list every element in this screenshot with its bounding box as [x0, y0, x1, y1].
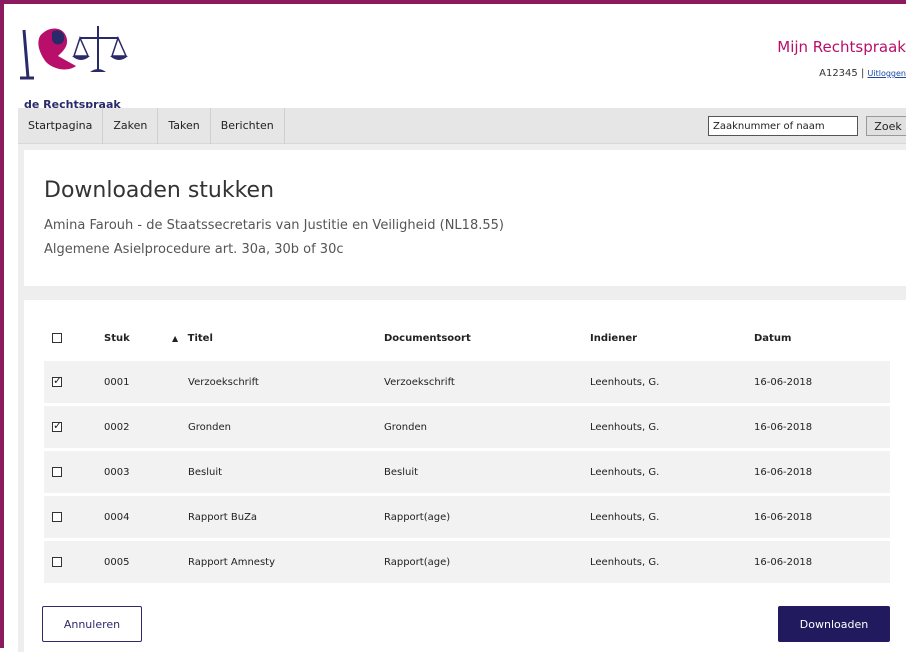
cell-stuk: 0004: [104, 511, 130, 523]
row-checkbox[interactable]: [52, 556, 62, 567]
row-checkbox[interactable]: [52, 374, 62, 387]
cell-datum: 16-06-2018: [754, 466, 813, 478]
row-checkbox-cell: [44, 374, 104, 388]
sort-asc-icon: ▲: [172, 333, 179, 343]
row-checkbox[interactable]: [52, 511, 62, 522]
cell-titel: Besluit: [188, 466, 223, 478]
cancel-button[interactable]: Annuleren: [42, 606, 142, 642]
table-row[interactable]: 0001 Verzoekschrift Verzoekschrift Leenhout…: [44, 361, 890, 403]
row-checkbox-cell: [44, 419, 104, 433]
table-header: Stuk ▲ Titel Documentsoort Indiener Datu…: [44, 318, 890, 358]
cell-datum: 16-06-2018: [754, 421, 813, 433]
table-row[interactable]: 0002 Gronden Gronden Leenhouts, G. 16-06-201…: [44, 406, 890, 448]
user-id: A12345: [819, 68, 858, 79]
documents-table: Stuk ▲ Titel Documentsoort Indiener Datu…: [44, 318, 890, 583]
row-checkbox-cell: [44, 556, 104, 568]
header-stuk-label: Stuk: [104, 332, 130, 344]
cell-titel: Verzoekschrift: [188, 376, 259, 388]
site-title: Mijn Rechtspraak: [777, 38, 906, 56]
cell-documentsoort: Besluit: [384, 466, 419, 478]
search-button[interactable]: Zoek: [866, 116, 906, 136]
select-all-checkbox[interactable]: [52, 332, 62, 343]
cell-stuk: 0002: [104, 421, 130, 433]
table-row[interactable]: 0003 Besluit Besluit Leenhouts, G. 16-06-201…: [44, 451, 890, 493]
table-row[interactable]: 0005 Rapport Amnesty Rapport(age) Leenhouts…: [44, 541, 890, 583]
cell-indiener: Leenhouts, G.: [590, 421, 660, 433]
cell-documentsoort: Rapport(age): [384, 556, 451, 568]
download-button[interactable]: Downloaden: [778, 606, 890, 642]
case-procedure: Algemene Asielprocedure art. 30a, 30b of…: [44, 242, 344, 257]
nav-item-startpagina[interactable]: Startpagina: [18, 108, 104, 144]
page-title: Downloaden stukken: [44, 178, 275, 203]
table-body: 0001 Verzoekschrift Verzoekschrift Leenhout…: [44, 361, 890, 583]
cell-indiener: Leenhouts, G.: [590, 511, 660, 523]
header-titel[interactable]: ▲ Titel: [148, 333, 384, 344]
cell-datum: 16-06-2018: [754, 511, 813, 523]
row-checkbox[interactable]: [52, 466, 62, 477]
cell-stuk: 0005: [104, 556, 130, 568]
documents-card: Stuk ▲ Titel Documentsoort Indiener Datu…: [24, 300, 906, 652]
user-separator: |: [860, 68, 865, 79]
nav-item-taken[interactable]: Taken: [158, 108, 211, 144]
row-checkbox-cell: [44, 466, 104, 478]
rechtspraak-logo[interactable]: de Rechtspraak: [18, 22, 158, 111]
page-frame: de Rechtspraak Mijn Rechtspraak A12345 |…: [0, 0, 906, 652]
cell-indiener: Leenhouts, G.: [590, 466, 660, 478]
header-titel-label: Titel: [187, 332, 213, 344]
search-input[interactable]: [708, 116, 858, 136]
cell-stuk: 0003: [104, 466, 130, 478]
header-datum[interactable]: Datum: [754, 333, 890, 344]
logout-link[interactable]: Uitloggen: [868, 69, 906, 78]
cell-datum: 16-06-2018: [754, 556, 813, 568]
main-nav: Startpagina Zaken Taken Berichten Zoek: [18, 108, 906, 144]
row-checkbox[interactable]: [52, 419, 62, 432]
table-row[interactable]: 0004 Rapport BuZa Rapport(age) Leenhouts, G…: [44, 496, 890, 538]
cell-stuk: 0001: [104, 376, 130, 388]
cell-documentsoort: Rapport(age): [384, 511, 451, 523]
title-card: Downloaden stukken Amina Farouh - de Sta…: [24, 150, 906, 286]
cell-indiener: Leenhouts, G.: [590, 556, 660, 568]
case-parties: Amina Farouh - de Staatssecretaris van J…: [44, 218, 504, 233]
cell-titel: Gronden: [188, 421, 231, 433]
user-info: A12345 | Uitloggen: [819, 68, 906, 79]
row-checkbox-cell: [44, 511, 104, 523]
header: de Rechtspraak Mijn Rechtspraak A12345 |…: [18, 8, 906, 111]
nav-items: Startpagina Zaken Taken Berichten: [18, 108, 285, 144]
header-documentsoort[interactable]: Documentsoort: [384, 333, 590, 344]
cell-datum: 16-06-2018: [754, 376, 813, 388]
cell-titel: Rapport BuZa: [188, 511, 258, 523]
justice-scales-logo-icon: [20, 26, 128, 80]
cell-titel: Rapport Amnesty: [188, 556, 276, 568]
cell-documentsoort: Verzoekschrift: [384, 376, 455, 388]
nav-item-berichten[interactable]: Berichten: [211, 108, 285, 144]
header-indiener[interactable]: Indiener: [590, 333, 754, 344]
cell-indiener: Leenhouts, G.: [590, 376, 660, 388]
nav-item-zaken[interactable]: Zaken: [103, 108, 159, 144]
cell-documentsoort: Gronden: [384, 421, 427, 433]
